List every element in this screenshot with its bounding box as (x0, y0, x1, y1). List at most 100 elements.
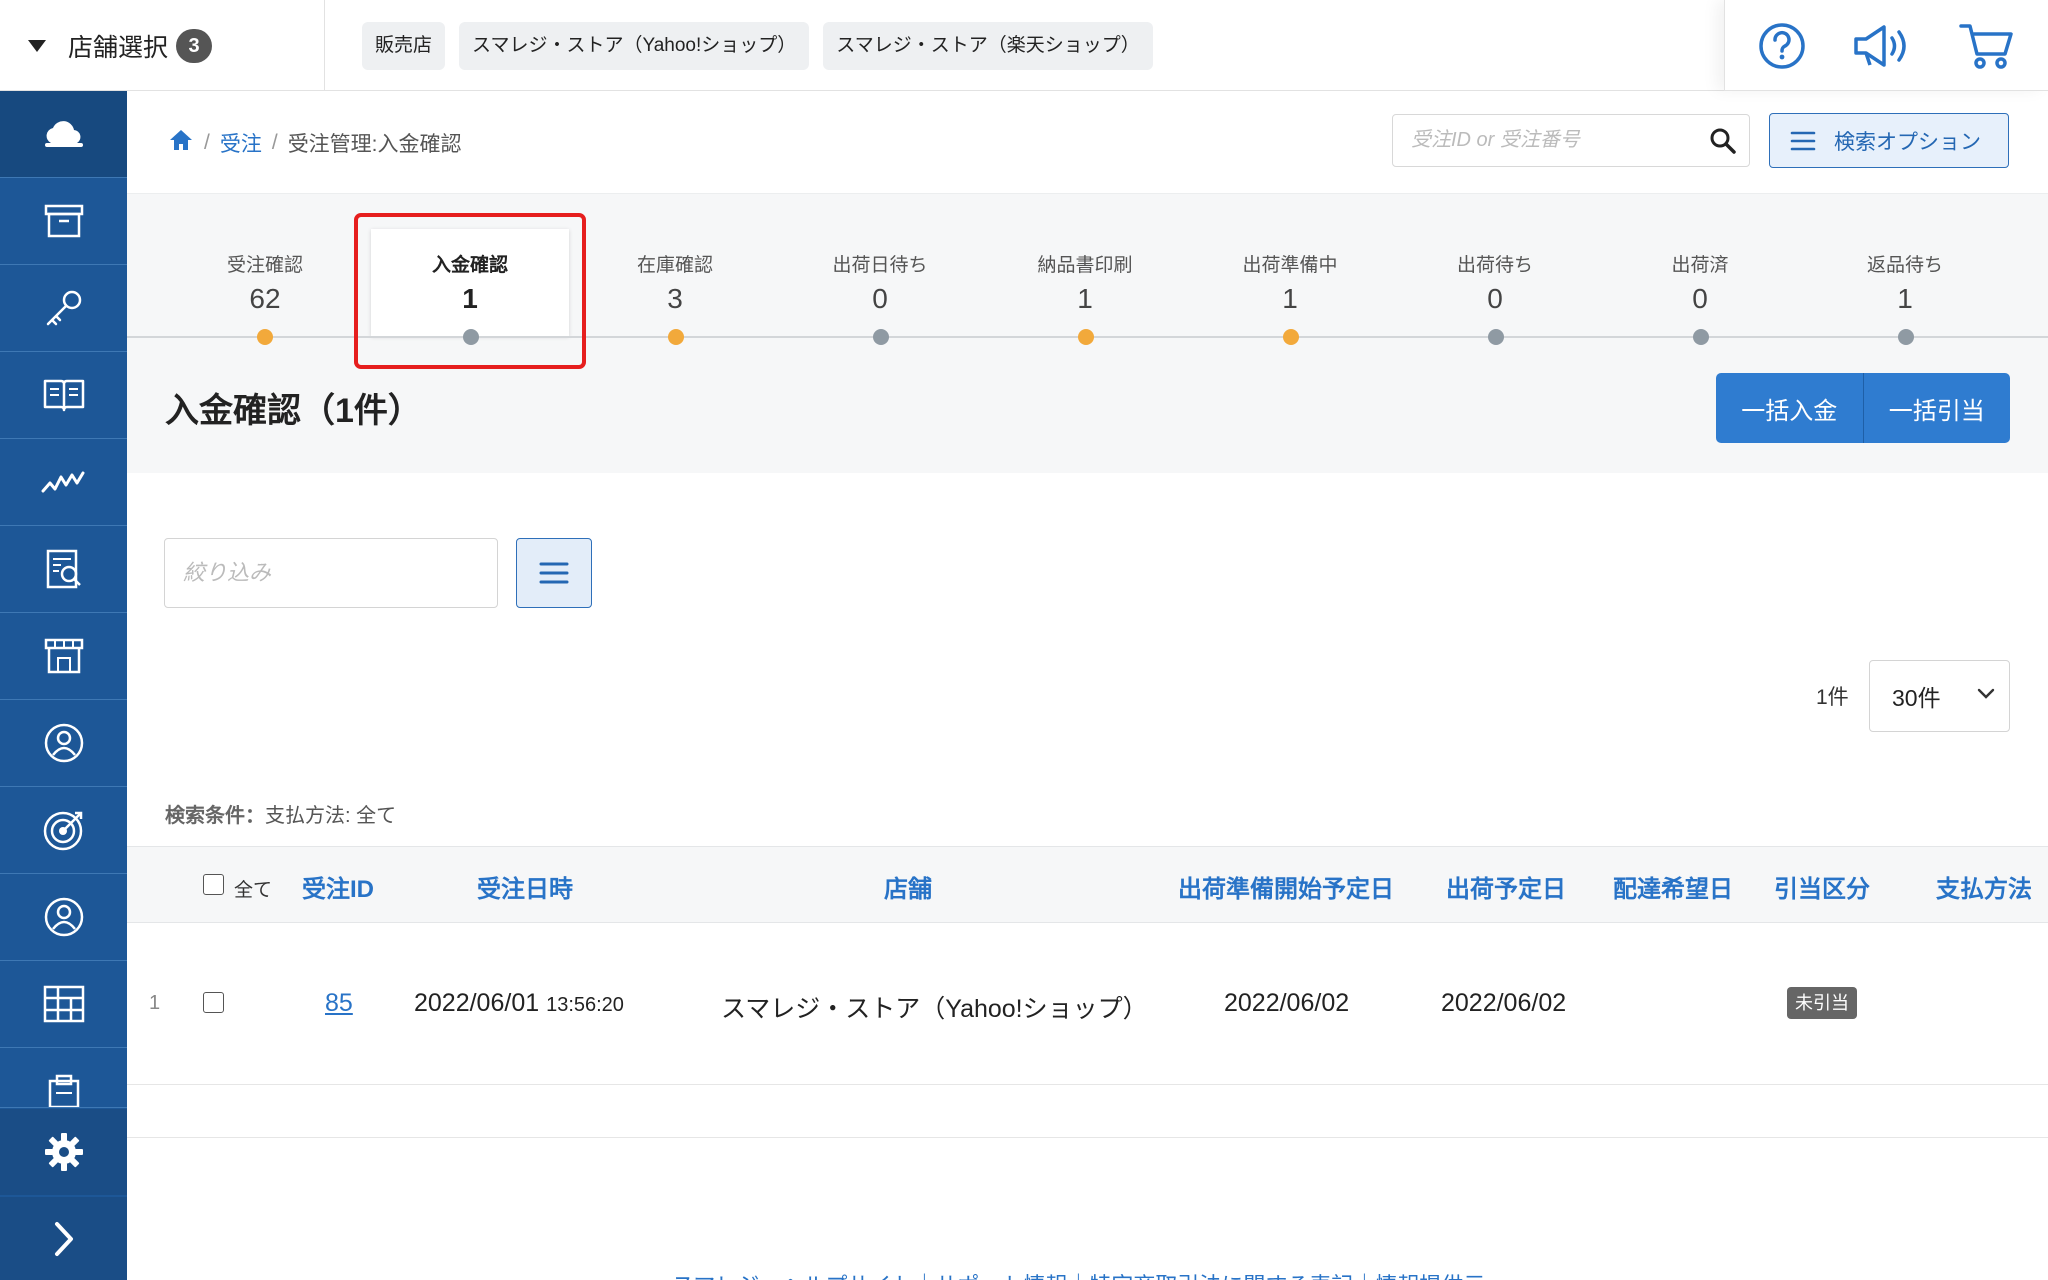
store-select-dropdown[interactable]: 店舗選択 3 (0, 0, 325, 91)
prep-start-date: 2022/06/02 (1224, 989, 1350, 1017)
chevron-down-icon (1977, 688, 1995, 699)
column-store[interactable]: 店舗 (884, 869, 932, 904)
cloud-icon (44, 121, 83, 147)
status-dot (1693, 329, 1709, 345)
search-condition: 検索条件：支払方法: 全て (165, 799, 396, 828)
sidebar-item-cloud[interactable] (0, 91, 127, 178)
caret-down-icon (28, 39, 46, 52)
sidebar-item-book[interactable] (0, 352, 127, 439)
sidebar-item-report[interactable] (0, 526, 127, 613)
order-store: スマレジ・ストア（Yahoo!ショップ） (721, 995, 1148, 1023)
filter-input[interactable] (164, 538, 498, 608)
column-order-date[interactable]: 受注日時 (477, 869, 573, 904)
row-checkbox[interactable] (203, 992, 224, 1013)
column-payment-method[interactable]: 支払方法 (1936, 869, 2032, 904)
sidebar-item-key[interactable] (0, 265, 127, 352)
help-icon[interactable] (1757, 21, 1807, 71)
row-index: 1 (149, 992, 161, 1014)
tab-label: 出荷日待ち (832, 255, 928, 276)
tab-preparing-shipment[interactable]: 出荷準備中 1 (1192, 250, 1388, 315)
search-option-button[interactable]: 検索オプション (1769, 113, 2009, 168)
target-icon (43, 811, 82, 851)
tab-count: 1 (1897, 283, 1913, 314)
trend-icon (41, 471, 84, 493)
tab-order-confirm[interactable]: 受注確認 62 (167, 250, 363, 315)
clipboard-icon (48, 1074, 79, 1107)
tab-waiting-ship-date[interactable]: 出荷日待ち 0 (782, 250, 978, 315)
order-id-link[interactable]: 85 (325, 989, 353, 1018)
tab-invoice-print[interactable]: 納品書印刷 1 (987, 250, 1183, 315)
store-select-label: 店舗選択 (68, 33, 169, 62)
order-date-time: 13:56:20 (546, 994, 624, 1016)
tab-shipped[interactable]: 出荷済 0 (1602, 250, 1798, 315)
store-tag-dealer[interactable]: 販売店 (362, 22, 446, 70)
row-divider (127, 1137, 2048, 1138)
breadcrumb-separator: / (271, 131, 278, 154)
sidebar-item-clipboard[interactable] (0, 1048, 127, 1108)
tab-count: 1 (1282, 283, 1298, 314)
tab-count: 0 (872, 283, 888, 314)
tab-count: 0 (1487, 283, 1503, 314)
column-delivery-date[interactable]: 配達希望日 (1613, 869, 1733, 904)
row-divider (127, 1084, 2048, 1085)
allocation-status-badge: 未引当 (1787, 987, 1857, 1019)
archive-icon (44, 204, 83, 238)
tab-stock-confirm[interactable]: 在庫確認 3 (577, 250, 773, 315)
footer-links[interactable]: スマレジ・ヘルプサイト｜サポート情報｜特定商取引法に関する表記｜情報提供元 (672, 1268, 1485, 1280)
order-search-input[interactable] (1393, 115, 1693, 166)
column-menu-button[interactable] (516, 538, 592, 608)
home-icon[interactable] (168, 128, 194, 158)
order-date: 2022/06/01 13:56:20 (414, 989, 624, 1018)
person-icon (44, 897, 83, 937)
select-all-label: 全て (234, 880, 273, 901)
sidebar-item-person[interactable] (0, 874, 127, 961)
store-icon (44, 638, 83, 674)
cart-icon[interactable] (1958, 21, 2016, 71)
tab-label: 納品書印刷 (1037, 255, 1133, 276)
settings-button[interactable] (0, 1109, 127, 1195)
tab-label: 出荷準備中 (1242, 255, 1338, 276)
status-dot (668, 329, 684, 345)
expand-sidebar-button[interactable] (0, 1197, 127, 1280)
store-tag-rakuten[interactable]: スマレジ・ストア（楽天ショップ） (823, 22, 1153, 70)
bulk-allocate-button[interactable]: 一括引当 (1862, 373, 2010, 443)
order-search (1392, 114, 1750, 167)
tab-label: 出荷待ち (1456, 255, 1533, 276)
breadcrumb: / 受注 / 受注管理:入金確認 (168, 128, 462, 158)
key-icon (46, 290, 81, 326)
column-prep-start-date[interactable]: 出荷準備開始予定日 (1178, 869, 1394, 904)
tab-waiting-return[interactable]: 返品待ち 1 (1807, 250, 2003, 315)
grid-icon (43, 985, 84, 1023)
sidebar-item-target[interactable] (0, 787, 127, 874)
tab-count: 0 (1692, 283, 1708, 314)
tab-label: 在庫確認 (636, 255, 713, 276)
breadcrumb-current: 受注管理:入金確認 (287, 133, 462, 156)
tab-waiting-shipment[interactable]: 出荷待ち 0 (1397, 250, 1593, 315)
bulk-payment-button[interactable]: 一括入金 (1716, 373, 1863, 443)
sidebar-item-grid[interactable] (0, 961, 127, 1048)
breadcrumb-separator: / (204, 131, 210, 154)
breadcrumb-orders[interactable]: 受注 (220, 128, 262, 158)
book-icon (43, 379, 84, 412)
sidebar-item-archive[interactable] (0, 178, 127, 265)
column-allocation[interactable]: 引当区分 (1774, 869, 1870, 904)
search-condition-key: 検索条件： (165, 805, 265, 827)
tab-label: 受注確認 (226, 255, 303, 276)
tab-count: 3 (667, 283, 683, 314)
store-tag-yahoo[interactable]: スマレジ・ストア（Yahoo!ショップ） (459, 22, 810, 70)
per-page-select[interactable]: 30件 (1869, 660, 2010, 732)
column-order-id[interactable]: 受注ID (302, 869, 374, 904)
search-icon[interactable] (1709, 127, 1737, 160)
ship-date: 2022/06/02 (1441, 989, 1567, 1017)
sidebar-item-store[interactable] (0, 613, 127, 700)
sidebar-item-user[interactable] (0, 700, 127, 787)
report-icon (46, 549, 81, 589)
column-ship-date[interactable]: 出荷予定日 (1446, 869, 1566, 904)
sidebar-item-trend[interactable] (0, 439, 127, 526)
select-all-checkbox[interactable] (203, 874, 224, 895)
sidebar (0, 91, 127, 1280)
store-count-badge: 3 (176, 28, 213, 63)
status-dot (1078, 329, 1094, 345)
menu-icon (539, 562, 569, 584)
megaphone-icon[interactable] (1851, 21, 1913, 71)
